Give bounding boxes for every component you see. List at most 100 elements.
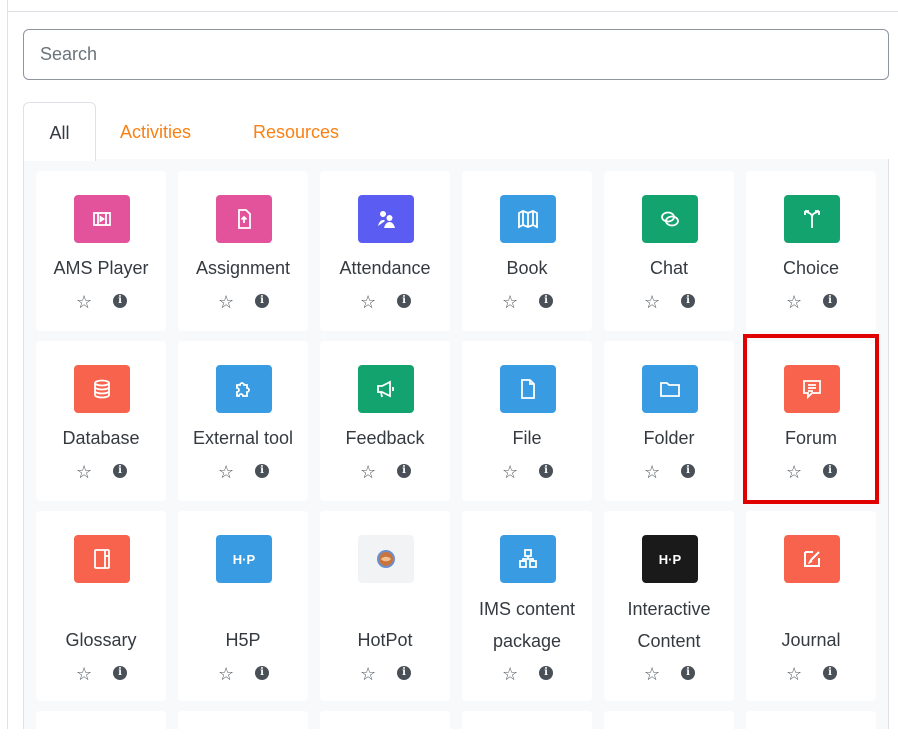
module-name: File (512, 428, 542, 448)
module-card-partial[interactable] (462, 711, 592, 751)
module-name: Chat (649, 258, 689, 278)
page-border-top (7, 11, 898, 12)
module-card-feedback[interactable]: Feedback ☆ i (320, 341, 450, 501)
folder-icon (642, 365, 698, 413)
module-name: Database (62, 428, 140, 448)
chat-icon (642, 195, 698, 243)
star-icon[interactable]: ☆ (218, 461, 234, 483)
star-icon[interactable]: ☆ (786, 663, 802, 685)
module-name: Attendance (339, 258, 431, 278)
star-icon[interactable]: ☆ (786, 291, 802, 313)
info-icon[interactable]: i (397, 666, 411, 680)
module-actions: ☆ i (746, 461, 876, 483)
star-icon[interactable]: ☆ (218, 663, 234, 685)
module-name: Book (506, 258, 548, 278)
module-card-ams-player[interactable]: AMS Player ☆ i (36, 171, 166, 331)
module-card-file[interactable]: File ☆ i (462, 341, 592, 501)
info-icon[interactable]: i (823, 294, 837, 308)
module-actions: ☆ i (462, 461, 592, 483)
module-card-chat[interactable]: Chat ☆ i (604, 171, 734, 331)
module-name: HotPot (357, 630, 413, 650)
svg-text:H·P: H·P (233, 552, 256, 567)
module-actions: ☆ i (462, 291, 592, 313)
star-icon[interactable]: ☆ (644, 291, 660, 313)
forum-icon (784, 365, 840, 413)
info-icon[interactable]: i (823, 666, 837, 680)
star-icon[interactable]: ☆ (502, 291, 518, 313)
info-icon[interactable]: i (681, 464, 695, 478)
module-grid: AMS Player ☆ i Assignment ☆ i Attendance ☆ i Book… (23, 159, 889, 751)
module-name: AMS Player (53, 258, 149, 278)
module-card-partial[interactable] (746, 711, 876, 751)
star-icon[interactable]: ☆ (360, 291, 376, 313)
tab-all[interactable]: All (23, 102, 96, 161)
star-icon[interactable]: ☆ (786, 461, 802, 483)
module-card-attendance[interactable]: Attendance ☆ i (320, 171, 450, 331)
star-icon[interactable]: ☆ (502, 663, 518, 685)
info-icon[interactable]: i (255, 464, 269, 478)
star-icon[interactable]: ☆ (360, 663, 376, 685)
module-card-hotpot[interactable]: HotPot ☆ i (320, 511, 450, 701)
module-actions: ☆ i (604, 663, 734, 685)
star-icon[interactable]: ☆ (644, 461, 660, 483)
star-icon[interactable]: ☆ (502, 461, 518, 483)
module-card-partial[interactable] (36, 711, 166, 751)
module-card-forum[interactable]: Forum ☆ i (746, 341, 876, 501)
module-card-ims-content-package[interactable]: IMS content package ☆ i (462, 511, 592, 701)
hotpot-icon (358, 535, 414, 583)
module-card-partial[interactable] (178, 711, 308, 751)
module-name: Feedback (345, 428, 425, 448)
info-icon[interactable]: i (681, 666, 695, 680)
star-icon[interactable]: ☆ (218, 291, 234, 313)
film-icon (74, 195, 130, 243)
page-border-left (7, 0, 8, 729)
star-icon[interactable]: ☆ (644, 663, 660, 685)
module-card-folder[interactable]: Folder ☆ i (604, 341, 734, 501)
info-icon[interactable]: i (539, 294, 553, 308)
module-name: Interactive Content (627, 599, 711, 651)
info-icon[interactable]: i (823, 464, 837, 478)
info-icon[interactable]: i (255, 666, 269, 680)
star-icon[interactable]: ☆ (360, 461, 376, 483)
star-icon[interactable]: ☆ (76, 663, 92, 685)
module-actions: ☆ i (36, 291, 166, 313)
module-card-h5p[interactable]: H·P H5P ☆ i (178, 511, 308, 701)
puzzle-icon (216, 365, 272, 413)
info-icon[interactable]: i (255, 294, 269, 308)
module-actions: ☆ i (746, 291, 876, 313)
package-icon (500, 535, 556, 583)
module-card-book[interactable]: Book ☆ i (462, 171, 592, 331)
file-icon (500, 365, 556, 413)
svg-text:H·P: H·P (659, 552, 682, 567)
module-card-choice[interactable]: Choice ☆ i (746, 171, 876, 331)
info-icon[interactable]: i (113, 294, 127, 308)
info-icon[interactable]: i (397, 464, 411, 478)
tab-resources[interactable]: Resources (253, 102, 339, 160)
search-input[interactable]: Search (23, 29, 889, 80)
info-icon[interactable]: i (113, 666, 127, 680)
edit-icon (784, 535, 840, 583)
info-icon[interactable]: i (539, 666, 553, 680)
module-card-interactive-content[interactable]: H·P Interactive Content ☆ i (604, 511, 734, 701)
module-actions: ☆ i (604, 461, 734, 483)
module-actions: ☆ i (462, 663, 592, 685)
info-icon[interactable]: i (539, 464, 553, 478)
module-card-journal[interactable]: Journal ☆ i (746, 511, 876, 701)
module-actions: ☆ i (178, 291, 308, 313)
module-card-external-tool[interactable]: External tool ☆ i (178, 341, 308, 501)
star-icon[interactable]: ☆ (76, 461, 92, 483)
module-card-assignment[interactable]: Assignment ☆ i (178, 171, 308, 331)
module-card-partial[interactable] (320, 711, 450, 751)
module-card-partial[interactable] (604, 711, 734, 751)
info-icon[interactable]: i (681, 294, 695, 308)
module-actions: ☆ i (178, 663, 308, 685)
tab-activities[interactable]: Activities (120, 102, 191, 160)
module-card-glossary[interactable]: Glossary ☆ i (36, 511, 166, 701)
module-card-database[interactable]: Database ☆ i (36, 341, 166, 501)
info-icon[interactable]: i (113, 464, 127, 478)
info-icon[interactable]: i (397, 294, 411, 308)
book-icon (500, 195, 556, 243)
module-actions: ☆ i (320, 663, 450, 685)
star-icon[interactable]: ☆ (76, 291, 92, 313)
database-icon (74, 365, 130, 413)
